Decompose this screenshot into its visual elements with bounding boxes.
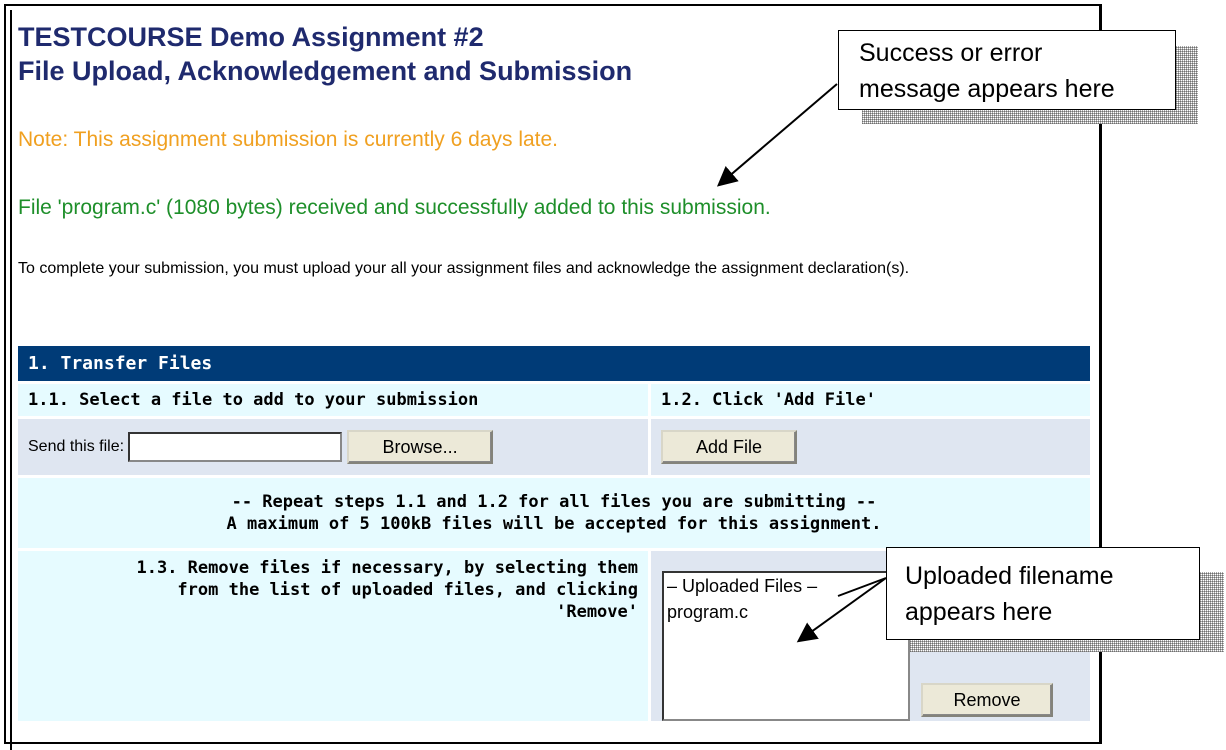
- message-arrow: [716, 83, 838, 187]
- filename-arrow-upper: [837, 577, 887, 597]
- callout-arrows: [716, 83, 887, 643]
- filename-arrow: [796, 577, 887, 643]
